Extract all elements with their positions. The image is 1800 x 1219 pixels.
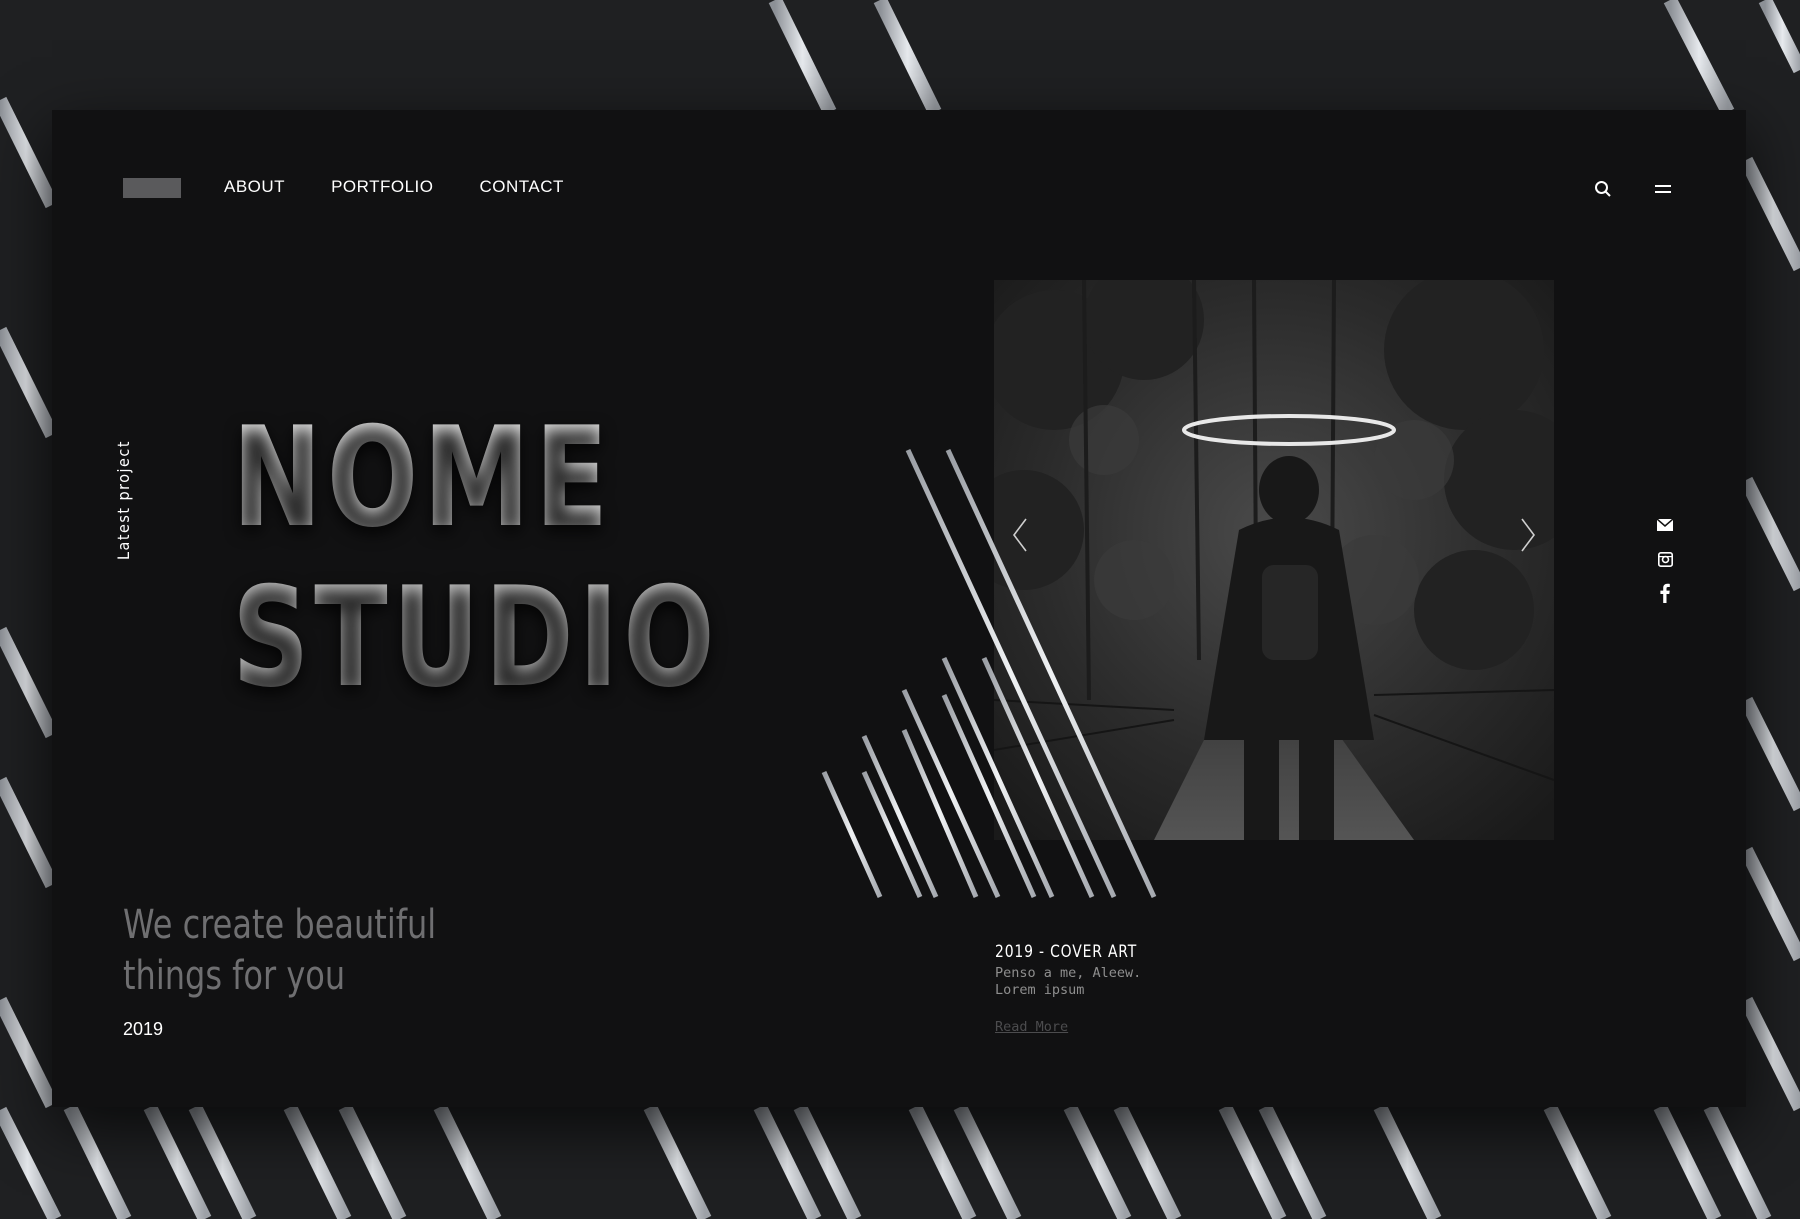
logo[interactable] xyxy=(123,178,181,198)
main-card: ABOUT PORTFOLIO CONTACT Latest project N… xyxy=(52,110,1746,1107)
read-more-link[interactable]: Read More xyxy=(995,1019,1068,1035)
tagline-line1: We create beautiful xyxy=(123,902,437,948)
project-description-line2: Lorem ipsum xyxy=(995,982,1085,998)
instagram-icon[interactable] xyxy=(1656,549,1674,569)
main-nav: ABOUT PORTFOLIO CONTACT xyxy=(224,177,564,197)
menu-icon[interactable] xyxy=(1652,178,1674,200)
prev-arrow-icon[interactable] xyxy=(1010,515,1030,555)
tagline-line2: things for you xyxy=(123,953,346,999)
latest-project-label: Latest project xyxy=(114,440,133,560)
hero-title-line1: NOME xyxy=(232,397,613,558)
project-title: 2019 - COVER ART xyxy=(995,942,1138,962)
project-image[interactable] xyxy=(994,280,1554,840)
header-icons xyxy=(1592,178,1674,200)
project-caption: 2019 - COVER ART Penso a me, Aleew. Lore… xyxy=(995,942,1168,1036)
nav-contact[interactable]: CONTACT xyxy=(480,177,564,197)
social-links xyxy=(1656,515,1674,603)
nav-portfolio[interactable]: PORTFOLIO xyxy=(331,177,433,197)
project-description-line1: Penso a me, Aleew. xyxy=(995,965,1142,981)
hero-title-line2: STUDIO xyxy=(232,557,720,718)
next-arrow-icon[interactable] xyxy=(1518,515,1538,555)
search-icon[interactable] xyxy=(1592,178,1614,200)
project-description: Penso a me, Aleew. Lorem ipsum xyxy=(995,965,1168,999)
nav-about[interactable]: ABOUT xyxy=(224,177,285,197)
tagline: We create beautiful things for you xyxy=(123,900,459,1002)
hero-title: NOME STUDIO xyxy=(232,398,719,718)
mail-icon[interactable] xyxy=(1656,515,1674,535)
facebook-icon[interactable] xyxy=(1656,583,1674,603)
year-label: 2019 xyxy=(123,1019,164,1039)
